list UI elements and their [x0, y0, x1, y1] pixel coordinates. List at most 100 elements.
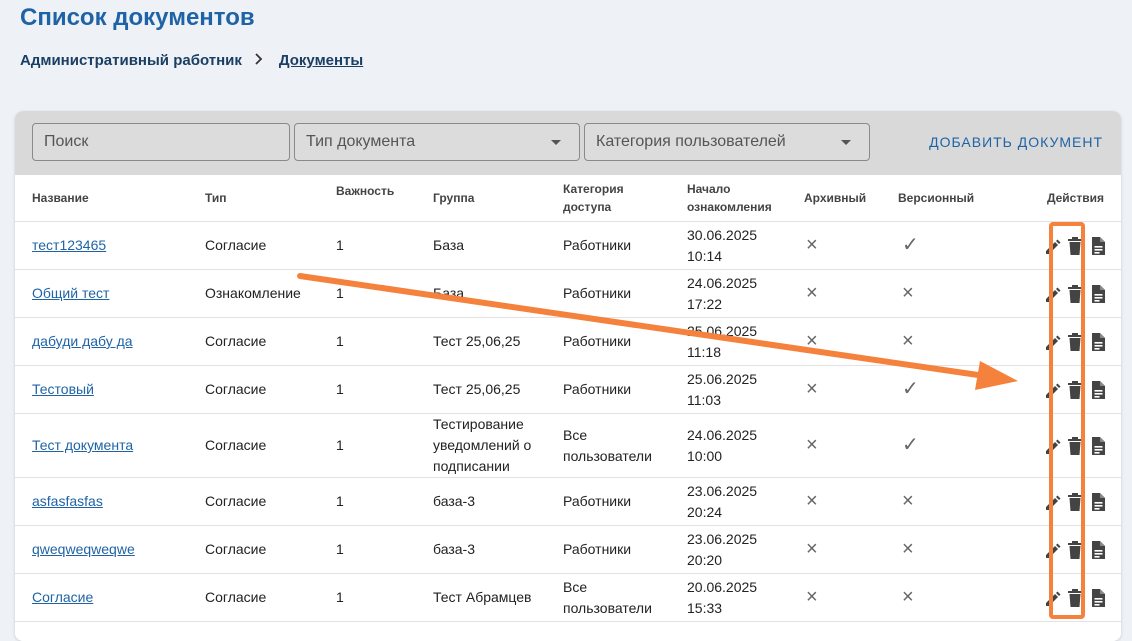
cell-importance: 1: [318, 413, 417, 478]
cell-importance: 1: [318, 573, 417, 622]
trash-icon[interactable]: [1066, 380, 1084, 400]
cell-actions: [1001, 525, 1121, 574]
cell-access: Все пользователи: [549, 573, 673, 622]
user-category-placeholder: Категория пользователей: [596, 133, 786, 150]
chevron-down-icon: [841, 140, 851, 145]
pencil-icon[interactable]: [1043, 284, 1061, 304]
cell-archived: ×: [790, 221, 884, 270]
table-row: Тест документа Согласие 1 Тестирование увед…: [15, 413, 1121, 478]
column-header-importance: Важность: [318, 175, 417, 222]
trash-icon[interactable]: [1066, 588, 1084, 608]
breadcrumb-separator-icon: [254, 52, 263, 69]
archived-mark-icon: ×: [806, 490, 818, 512]
pencil-icon[interactable]: [1043, 436, 1061, 456]
cell-versioned: ×: [884, 477, 1001, 526]
cell-type: Согласие: [190, 477, 318, 526]
cell-group: База: [417, 221, 549, 270]
cell-versioned: ×: [884, 573, 1001, 622]
document-icon[interactable]: [1089, 284, 1107, 304]
start-time: 15:33: [687, 599, 723, 616]
breadcrumb: Административный работник Документы: [20, 52, 363, 69]
pencil-icon[interactable]: [1043, 540, 1061, 560]
document-icon[interactable]: [1089, 332, 1107, 352]
start-time: 20:20: [687, 551, 723, 568]
cell-type: Ознакомление: [190, 269, 318, 318]
table-row: asfasfasfas Согласие 1 база-3 Работники 23.06…: [15, 477, 1121, 526]
cell-start: 23.06.2025 20:24: [673, 477, 790, 526]
start-date: 23.06.2025: [687, 530, 758, 547]
cell-importance: 1: [318, 221, 417, 270]
cell-importance: 1: [318, 269, 417, 318]
trash-icon[interactable]: [1066, 236, 1084, 256]
start-date: 23.06.2025: [687, 482, 758, 499]
table-row: Общий тест Ознакомление 1 База Работники 24.0…: [15, 269, 1121, 318]
trash-icon[interactable]: [1066, 332, 1084, 352]
page-title: Список документов: [20, 4, 255, 31]
document-link[interactable]: Общий тест: [32, 285, 109, 301]
search-input[interactable]: Поиск: [32, 123, 290, 161]
cell-access: Работники: [549, 317, 673, 366]
versioned-mark-icon: ×: [902, 586, 914, 608]
document-icon[interactable]: [1089, 492, 1107, 512]
document-link[interactable]: Согласие: [32, 589, 93, 605]
pencil-icon[interactable]: [1043, 236, 1061, 256]
versioned-mark-icon: ×: [902, 282, 914, 304]
versioned-mark-icon: ×: [902, 490, 914, 512]
cell-start: 24.06.2025 10:00: [673, 413, 790, 478]
pencil-icon[interactable]: [1043, 332, 1061, 352]
document-link[interactable]: дабуди дабу да: [32, 333, 133, 349]
trash-icon[interactable]: [1066, 436, 1084, 456]
archived-mark-icon: ×: [806, 586, 818, 608]
cell-start: 23.06.2025 20:20: [673, 525, 790, 574]
versioned-mark-icon: ×: [902, 538, 914, 560]
user-category-select[interactable]: Категория пользователей: [584, 123, 870, 161]
start-time: 10:00: [687, 447, 723, 464]
start-time: 10:14: [687, 247, 723, 264]
document-icon[interactable]: [1089, 436, 1107, 456]
start-time: 17:22: [687, 295, 723, 312]
breadcrumb-root[interactable]: Административный работник: [20, 52, 242, 69]
cell-start: 30.06.2025 10:14: [673, 221, 790, 270]
archived-mark-icon: ×: [806, 282, 818, 304]
cell-versioned: ×: [884, 525, 1001, 574]
document-link[interactable]: qweqweqweqwe: [32, 541, 135, 557]
pencil-icon[interactable]: [1043, 380, 1061, 400]
cell-group: база-3: [417, 477, 549, 526]
trash-icon[interactable]: [1066, 284, 1084, 304]
document-link[interactable]: Тест документа: [32, 437, 133, 453]
document-icon[interactable]: [1089, 588, 1107, 608]
add-document-button[interactable]: ДОБАВИТЬ ДОКУМЕНТ: [929, 134, 1103, 150]
document-icon[interactable]: [1089, 540, 1107, 560]
document-link[interactable]: asfasfasfas: [32, 493, 103, 509]
cell-versioned: ✓: [884, 365, 1001, 414]
table-header: Название Тип Важность Группа Категория д…: [15, 175, 1121, 222]
cell-importance: 1: [318, 477, 417, 526]
documents-table: Название Тип Важность Группа Категория д…: [15, 175, 1121, 622]
cell-type: Согласие: [190, 221, 318, 270]
chevron-down-icon: [551, 140, 561, 145]
cell-importance: 1: [318, 525, 417, 574]
cell-archived: ×: [790, 477, 884, 526]
document-icon[interactable]: [1089, 380, 1107, 400]
cell-archived: ×: [790, 269, 884, 318]
cell-archived: ×: [790, 413, 884, 478]
document-link[interactable]: тест123465: [32, 237, 106, 253]
archived-mark-icon: ×: [806, 234, 818, 256]
archived-mark-icon: ×: [806, 378, 818, 400]
doc-type-select[interactable]: Тип документа: [294, 123, 580, 161]
pencil-icon[interactable]: [1043, 492, 1061, 512]
breadcrumb-current[interactable]: Документы: [279, 52, 363, 69]
cell-actions: [1001, 573, 1121, 622]
pencil-icon[interactable]: [1043, 588, 1061, 608]
column-header-type: Тип: [190, 175, 318, 222]
document-link[interactable]: Тестовый: [32, 381, 94, 397]
cell-access: Все пользователи: [549, 413, 673, 478]
column-header-start: Начало ознакомления: [673, 175, 790, 222]
trash-icon[interactable]: [1066, 540, 1084, 560]
document-icon[interactable]: [1089, 236, 1107, 256]
table-row: дабуди дабу да Согласие 1 Тест 25,06,25 Рабо…: [15, 317, 1121, 366]
trash-icon[interactable]: [1066, 492, 1084, 512]
start-time: 20:24: [687, 503, 723, 520]
cell-group: Тест 25,06,25: [417, 365, 549, 414]
search-placeholder: Поиск: [44, 133, 89, 150]
